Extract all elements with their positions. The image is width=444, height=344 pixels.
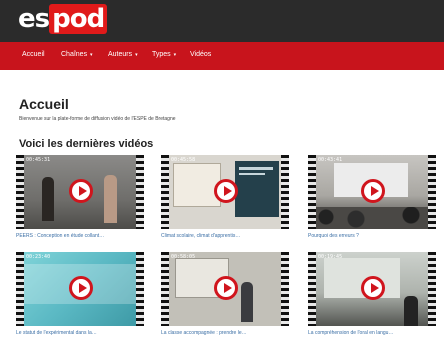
filmstrip-left xyxy=(308,252,316,326)
nav-label: Types xyxy=(152,51,171,58)
nav-item-chaines[interactable]: Chaînes ▾ xyxy=(61,51,93,58)
video-duration: 00:43:41 xyxy=(318,157,343,163)
espod-logo[interactable]: es pod xyxy=(18,4,108,34)
nav-label: Chaînes xyxy=(61,51,88,58)
filmstrip-right xyxy=(136,252,144,326)
video-title-link[interactable]: La compréhension de l'oral en langu… xyxy=(308,330,436,336)
page-title: Accueil xyxy=(19,96,69,112)
logo-prefix: es xyxy=(18,4,50,34)
nav-label: Accueil xyxy=(22,51,45,58)
nav-item-accueil[interactable]: Accueil xyxy=(22,51,45,58)
play-icon[interactable] xyxy=(69,276,93,300)
nav-label: Vidéos xyxy=(190,51,212,58)
video-duration: 00:45:58 xyxy=(171,157,196,163)
filmstrip-left xyxy=(308,155,316,229)
video-title-link[interactable]: Climat scolaire, climat d'apprentis… xyxy=(161,233,289,239)
chevron-down-icon: ▾ xyxy=(173,52,177,58)
video-thumbnail[interactable]: 00:45:58 xyxy=(161,155,289,229)
filmstrip-right xyxy=(428,252,436,326)
video-duration: 00:19:45 xyxy=(318,254,343,260)
play-icon[interactable] xyxy=(214,179,238,203)
video-thumbnail[interactable]: 00:45:31 xyxy=(16,155,144,229)
filmstrip-right xyxy=(281,252,289,326)
nav-item-types[interactable]: Types ▾ xyxy=(152,51,176,58)
video-thumbnail[interactable]: 00:58:05 xyxy=(161,252,289,326)
filmstrip-right xyxy=(136,155,144,229)
video-title-link[interactable]: PEERS : Conception en étude collant… xyxy=(16,233,144,239)
main-navbar: Accueil Chaînes ▾ Auteurs ▾ Types ▾ Vidé… xyxy=(0,42,444,70)
logo-accent: pod xyxy=(49,4,108,34)
nav-item-auteurs[interactable]: Auteurs ▾ xyxy=(108,51,138,58)
filmstrip-right xyxy=(428,155,436,229)
site-header: es pod xyxy=(0,0,444,42)
chevron-down-icon: ▾ xyxy=(90,52,93,58)
play-icon[interactable] xyxy=(69,179,93,203)
page-subtitle: Bienvenue sur la plate-forme de diffusio… xyxy=(19,116,176,122)
video-thumbnail[interactable]: 00:19:45 xyxy=(308,252,436,326)
filmstrip-right xyxy=(281,155,289,229)
video-title-link[interactable]: Pourquoi des erreurs ? xyxy=(308,233,436,239)
filmstrip-left xyxy=(161,155,169,229)
video-duration: 00:58:05 xyxy=(171,254,196,260)
section-title: Voici les dernières vidéos xyxy=(19,138,154,150)
video-title-link[interactable]: La classe accompagnée : prendre le… xyxy=(161,330,289,336)
filmstrip-left xyxy=(161,252,169,326)
video-thumbnail[interactable]: 00:43:41 xyxy=(308,155,436,229)
filmstrip-left xyxy=(16,155,24,229)
play-icon[interactable] xyxy=(214,276,238,300)
chevron-down-icon: ▾ xyxy=(135,52,138,58)
video-title-link[interactable]: Le statut de l'expérimental dans la… xyxy=(16,330,144,336)
nav-label: Auteurs xyxy=(108,51,133,58)
video-duration: 00:45:31 xyxy=(26,157,51,163)
video-thumbnail[interactable]: 00:23:40 xyxy=(16,252,144,326)
filmstrip-left xyxy=(16,252,24,326)
nav-item-videos[interactable]: Vidéos xyxy=(190,51,211,58)
play-icon[interactable] xyxy=(361,276,385,300)
video-duration: 00:23:40 xyxy=(26,254,51,260)
play-icon[interactable] xyxy=(361,179,385,203)
